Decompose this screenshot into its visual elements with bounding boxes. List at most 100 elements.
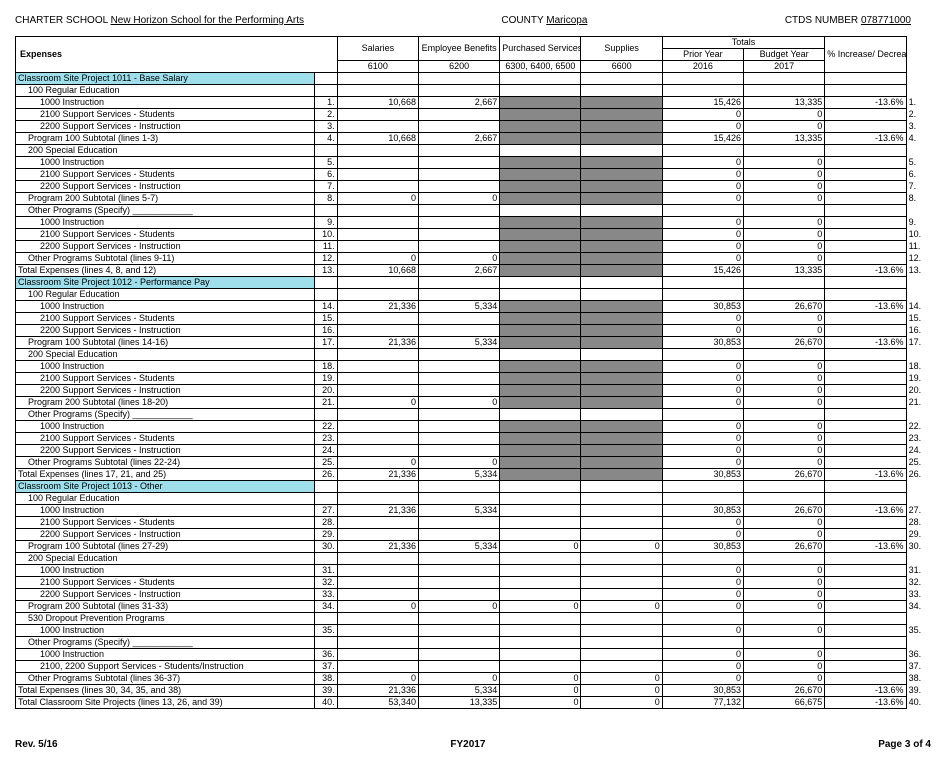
cell-purchased xyxy=(500,277,581,289)
cell-pct xyxy=(825,517,906,529)
cell-prior xyxy=(662,145,743,157)
cell-benefits xyxy=(418,157,499,169)
row-desc: 2200 Support Services - Instruction xyxy=(16,385,315,397)
table-header: Expenses Salaries Employee Benefits Purc… xyxy=(16,37,932,73)
cell-pct xyxy=(825,601,906,613)
table-row: Other Programs Subtotal (lines 22-24)25.… xyxy=(16,457,932,469)
cell-benefits: 2,667 xyxy=(418,97,499,109)
row-desc: 1000 Instruction xyxy=(16,649,315,661)
cell-purchased xyxy=(500,133,581,145)
row-lineno: 4. xyxy=(315,133,338,145)
cell-prior: 0 xyxy=(662,433,743,445)
row-lineno: 12. xyxy=(315,253,338,265)
cell-salaries xyxy=(337,277,418,289)
cell-purchased xyxy=(500,217,581,229)
row-lineno2: 2. xyxy=(906,109,931,121)
cell-supplies xyxy=(581,457,662,469)
cell-budget: 0 xyxy=(744,601,825,613)
cell-salaries xyxy=(337,109,418,121)
table-row: Total Expenses (lines 17, 21, and 25)26.… xyxy=(16,469,932,481)
table-row: 2100 Support Services - Students6.006. xyxy=(16,169,932,181)
cell-budget: 26,670 xyxy=(744,337,825,349)
cell-supplies xyxy=(581,145,662,157)
row-lineno: 14. xyxy=(315,301,338,313)
cell-pct xyxy=(825,217,906,229)
cell-benefits xyxy=(418,445,499,457)
cell-budget: 13,335 xyxy=(744,133,825,145)
row-lineno2 xyxy=(906,205,931,217)
cell-pct xyxy=(825,181,906,193)
cell-purchased xyxy=(500,445,581,457)
row-lineno2: 20. xyxy=(906,385,931,397)
cell-purchased xyxy=(500,529,581,541)
table-row: 200 Special Education xyxy=(16,349,932,361)
cell-prior xyxy=(662,493,743,505)
table-row: 1000 Instruction14.21,3365,33430,85326,6… xyxy=(16,301,932,313)
cell-pct xyxy=(825,409,906,421)
row-lineno2: 31. xyxy=(906,565,931,577)
cell-salaries xyxy=(337,85,418,97)
cell-budget xyxy=(744,637,825,649)
cell-prior: 0 xyxy=(662,673,743,685)
row-lineno: 29. xyxy=(315,529,338,541)
col-benefits: Employee Benefits xyxy=(418,37,499,61)
cell-pct xyxy=(825,229,906,241)
row-lineno2: 10. xyxy=(906,229,931,241)
cell-benefits xyxy=(418,181,499,193)
row-desc: Total Expenses (lines 17, 21, and 25) xyxy=(16,469,315,481)
cell-budget: 26,670 xyxy=(744,469,825,481)
cell-salaries xyxy=(337,289,418,301)
row-lineno: 40. xyxy=(315,697,338,709)
row-desc: 100 Regular Education xyxy=(16,85,315,97)
cell-benefits: 2,667 xyxy=(418,133,499,145)
cell-purchased xyxy=(500,409,581,421)
table-row: 1000 Instruction31.0031. xyxy=(16,565,932,577)
cell-salaries: 0 xyxy=(337,673,418,685)
row-desc: 2100 Support Services - Students xyxy=(16,433,315,445)
cell-supplies xyxy=(581,565,662,577)
cell-pct xyxy=(825,73,906,85)
cell-pct xyxy=(825,433,906,445)
row-lineno: 18. xyxy=(315,361,338,373)
cell-prior: 15,426 xyxy=(662,265,743,277)
cell-prior xyxy=(662,349,743,361)
table-row: 2200 Support Services - Instruction3.003… xyxy=(16,121,932,133)
cell-pct xyxy=(825,289,906,301)
row-lineno xyxy=(315,493,338,505)
cell-budget xyxy=(744,553,825,565)
ctds-value: 078771000 xyxy=(861,15,911,26)
cell-supplies xyxy=(581,313,662,325)
cell-purchased xyxy=(500,661,581,673)
cell-salaries: 10,668 xyxy=(337,97,418,109)
cell-supplies xyxy=(581,169,662,181)
cell-prior xyxy=(662,409,743,421)
cell-supplies xyxy=(581,409,662,421)
cell-salaries xyxy=(337,613,418,625)
cell-prior: 30,853 xyxy=(662,469,743,481)
cell-budget xyxy=(744,85,825,97)
cell-purchased xyxy=(500,121,581,133)
cell-prior xyxy=(662,553,743,565)
cell-supplies xyxy=(581,469,662,481)
cell-budget: 0 xyxy=(744,253,825,265)
cell-benefits: 0 xyxy=(418,673,499,685)
cell-supplies xyxy=(581,217,662,229)
cell-salaries: 21,336 xyxy=(337,541,418,553)
col-totals: Totals xyxy=(662,37,825,49)
cell-benefits xyxy=(418,73,499,85)
row-lineno2 xyxy=(906,409,931,421)
cell-pct xyxy=(825,397,906,409)
cell-benefits xyxy=(418,517,499,529)
cell-pct xyxy=(825,157,906,169)
cell-purchased xyxy=(500,493,581,505)
cell-benefits xyxy=(418,373,499,385)
row-desc: Other Programs (Specify) ____________ xyxy=(16,205,315,217)
cell-pct: -13.6% xyxy=(825,469,906,481)
cell-supplies xyxy=(581,157,662,169)
cell-pct: -13.6% xyxy=(825,697,906,709)
row-lineno2 xyxy=(906,613,931,625)
cell-salaries xyxy=(337,481,418,493)
cell-salaries xyxy=(337,229,418,241)
row-lineno2: 8. xyxy=(906,193,931,205)
table-row: 2100 Support Services - Students2.002. xyxy=(16,109,932,121)
